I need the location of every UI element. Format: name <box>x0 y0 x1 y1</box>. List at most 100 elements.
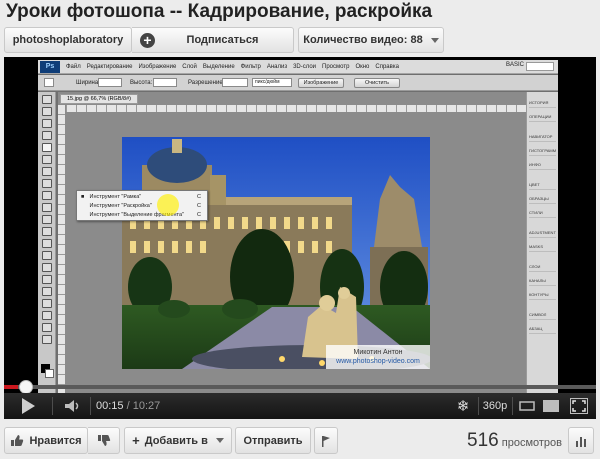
ps-menu-item: Справка <box>375 63 399 70</box>
active-bullet-icon: ■ <box>81 194 85 200</box>
video-player[interactable]: Ps Файл Редактирование Изображение Слой … <box>4 57 596 419</box>
panel-actions: ОПЕРАЦИИ <box>529 112 556 122</box>
small-player-icon <box>519 401 535 411</box>
gradient-tool-icon <box>41 227 52 236</box>
views-label: просмотров <box>501 437 562 449</box>
share-button[interactable]: Отправить <box>235 427 311 454</box>
horizontal-ruler <box>66 105 526 112</box>
video-count-dropdown[interactable]: Количество видео: 88 <box>298 27 444 53</box>
ps-menu-item: 3D-слои <box>293 63 317 70</box>
subscribe-label: Подписаться <box>186 34 259 46</box>
ps-menu-item: Файл <box>66 63 81 70</box>
width-label: Ширина: <box>76 80 100 86</box>
ps-menu-item: Выделение <box>202 63 235 70</box>
flyout-item-slice-select: Инструмент "Выделение фрагмента" C <box>81 211 205 220</box>
flyout-item-label: Инструмент "Раскройка" <box>89 203 152 209</box>
views-number: 516 <box>467 430 499 451</box>
stats-button[interactable] <box>568 427 594 454</box>
healing-tool-icon <box>41 167 52 176</box>
panel-adjustments: ADJUSTMENTS <box>529 228 556 238</box>
width-field <box>98 78 122 87</box>
progress-bar[interactable] <box>4 380 596 394</box>
subscribe-button[interactable]: + Подписаться <box>132 27 294 53</box>
dislike-button[interactable] <box>88 427 120 454</box>
channel-name-button[interactable]: photoshoplaboratory <box>4 27 132 53</box>
brush-tool-icon <box>41 179 52 188</box>
snowflake-icon[interactable]: ❄ <box>452 393 474 419</box>
document-tab: 15.jpg @ 66,7% (RGB/8#) <box>60 94 138 104</box>
panel-color: ЦВЕТ <box>529 180 556 190</box>
hand-tool-icon <box>41 323 52 332</box>
like-button[interactable]: Нравится <box>4 427 88 454</box>
large-player-button[interactable] <box>540 393 562 419</box>
ps-document-area: 15.jpg @ 66,7% (RGB/8#) Микотин Антон ww… <box>58 92 526 395</box>
cursor-highlight <box>157 194 179 216</box>
flyout-item-slice: Инструмент "Раскройка" C <box>81 202 205 211</box>
panel-styles: СТИЛИ <box>529 208 556 218</box>
background-color-swatch <box>45 369 54 378</box>
play-button[interactable] <box>10 393 46 419</box>
pen-tool-icon <box>41 263 52 272</box>
play-icon <box>21 398 35 414</box>
video-title: Уроки фотошопа -- Кадрирование, раскройк… <box>6 1 433 22</box>
ps-menu-item: Фильтр <box>240 63 261 70</box>
speaker-icon <box>65 400 79 412</box>
flag-button[interactable] <box>314 427 338 454</box>
quick-select-tool-icon <box>41 131 52 140</box>
flyout-item-shortcut: C <box>197 203 201 209</box>
watermark: Микотин Антон www.photoshop-video.com <box>326 345 430 369</box>
ps-menu-item: Анализ <box>266 63 288 70</box>
ps-menu-item: Изображение <box>138 63 177 70</box>
quality-button[interactable]: 360p <box>480 393 510 419</box>
ps-menu-item: Просмотр <box>322 63 350 70</box>
video-count-label: Количество видео: 88 <box>303 34 423 46</box>
ps-logo: Ps <box>40 60 60 73</box>
move-tool-icon <box>41 95 52 104</box>
marquee-tool-icon <box>41 107 52 116</box>
flyout-item-label: Инструмент "Рамка" <box>89 194 142 200</box>
stamp-tool-icon <box>41 191 52 200</box>
crop-tool-preset-icon <box>44 78 54 87</box>
history-brush-tool-icon <box>41 203 52 212</box>
watermark-name: Микотин Антон <box>353 349 403 356</box>
dodge-tool-icon <box>41 251 52 260</box>
eraser-tool-icon <box>41 215 52 224</box>
flag-icon <box>322 435 330 447</box>
volume-button[interactable] <box>60 393 86 419</box>
time-display: 00:15 / 10:27 <box>96 393 166 419</box>
resolution-field <box>222 78 248 87</box>
resolution-units-select: пикс/дюйм <box>252 78 292 87</box>
front-image-button: Изображение <box>298 78 344 88</box>
crop-tool-icon <box>41 143 52 152</box>
plus-icon: + <box>132 433 140 448</box>
watermark-url: www.photoshop-video.com <box>336 358 420 365</box>
crop-tool-flyout-menu: ■ Инструмент "Рамка" C Инструмент "Раскр… <box>76 190 208 221</box>
ps-workspace-label: BASIC <box>505 62 524 68</box>
bar-chart-icon <box>576 436 586 447</box>
plus-icon: + <box>140 33 155 48</box>
panel-paths: КОНТУРЫ <box>529 290 556 300</box>
lasso-tool-icon <box>41 119 52 128</box>
height-field <box>153 78 177 87</box>
ps-options-bar: Ширина: Высота: Разрешение: пикс/дюйм Из… <box>38 75 558 91</box>
fullscreen-button[interactable] <box>566 393 592 419</box>
add-to-label: Добавить в <box>144 434 208 447</box>
view-count: 516 просмотров <box>467 430 562 452</box>
like-label: Нравится <box>29 434 82 447</box>
palace-night-photo <box>122 137 430 369</box>
total-time: / 10:27 <box>126 400 161 412</box>
progress-played <box>4 385 19 389</box>
vertical-ruler <box>58 105 65 395</box>
add-to-button[interactable]: + Добавить в <box>124 427 232 454</box>
small-player-button[interactable] <box>516 393 538 419</box>
shape-tool-icon <box>41 299 52 308</box>
ps-search-field <box>526 62 554 71</box>
height-label: Высота: <box>130 80 153 86</box>
3d-rotate-tool-icon <box>41 311 52 320</box>
panel-history: ИСТОРИЯ <box>529 98 556 108</box>
player-controls: 00:15 / 10:27 ❄ 360p <box>4 393 596 419</box>
panel-info: ИНФО <box>529 160 556 170</box>
document-photo: Микотин Антон www.photoshop-video.com <box>122 137 430 369</box>
eyedropper-tool-icon <box>41 155 52 164</box>
panel-paragraph: АБЗАЦ <box>529 324 556 334</box>
